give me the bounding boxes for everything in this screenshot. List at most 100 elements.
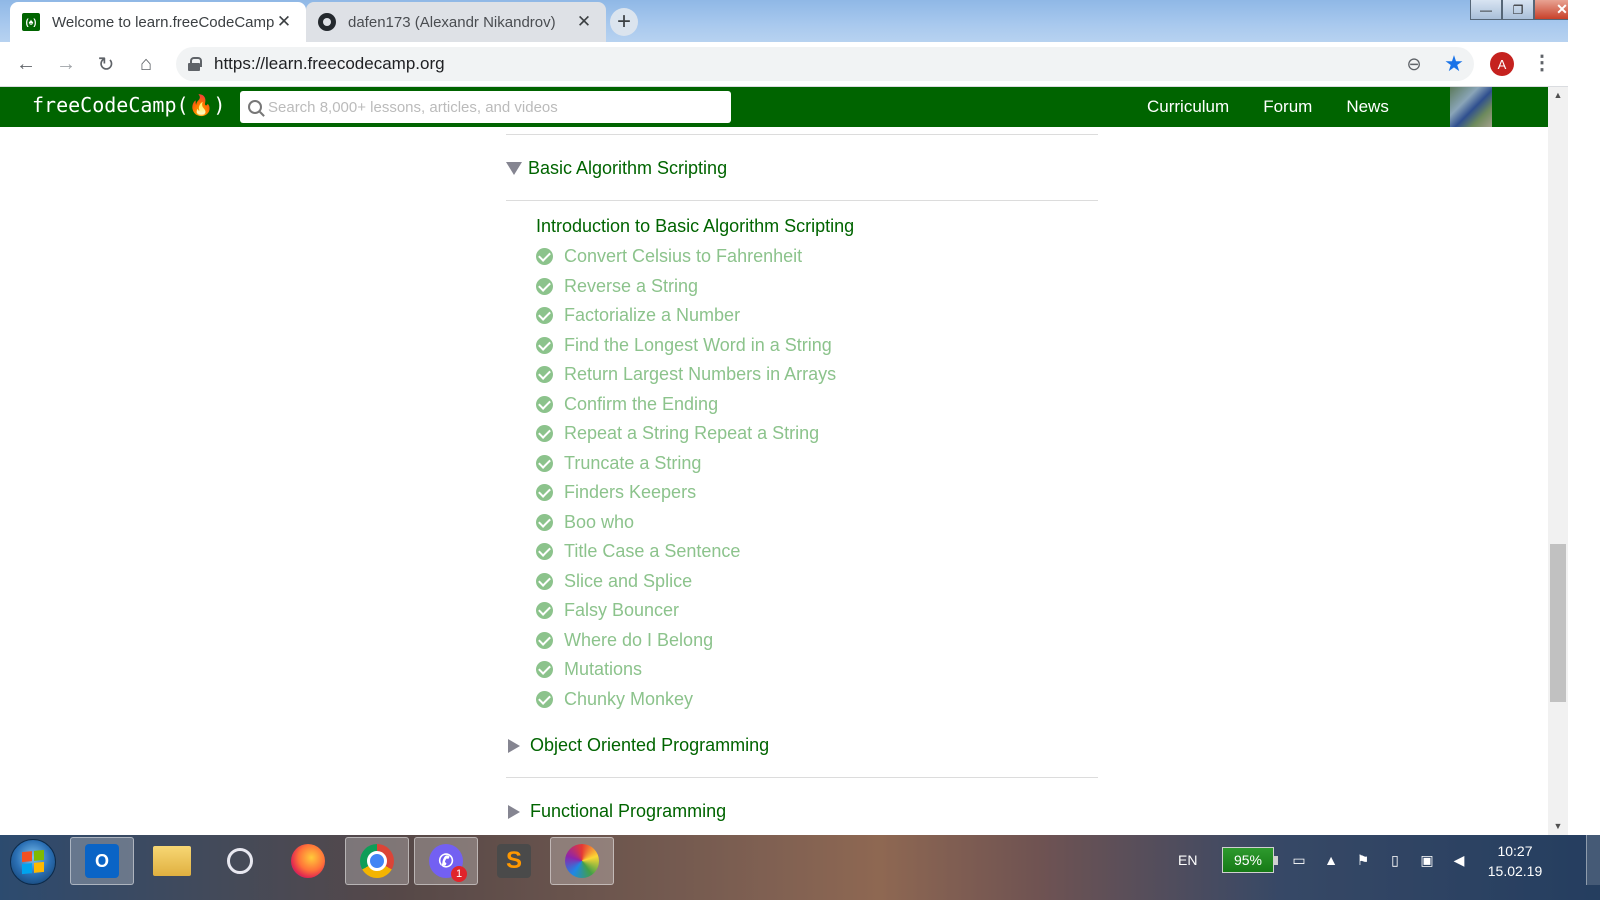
- challenge-title: Reverse a String: [564, 275, 699, 296]
- clock-time: 10:27: [1497, 843, 1533, 859]
- scroll-thumb[interactable]: [1550, 544, 1566, 702]
- nav-link-forum[interactable]: Forum: [1246, 97, 1329, 117]
- taskbar-chrome[interactable]: [345, 837, 409, 885]
- intro-link[interactable]: Introduction to Basic Algorithm Scriptin…: [536, 216, 854, 237]
- search-input[interactable]: [268, 98, 708, 116]
- challenge-title: Where do I Belong: [564, 629, 714, 650]
- viber-icon: ✆ 1: [429, 844, 467, 882]
- challenge-item[interactable]: Title Case a Sentence: [536, 537, 836, 567]
- taskbar-search-app[interactable]: [208, 837, 272, 885]
- check-circle-icon: [536, 248, 553, 266]
- challenge-title: Return Largest Numbers in Arrays: [564, 364, 837, 385]
- device-icon[interactable]: ▯: [1386, 852, 1404, 868]
- challenge-item[interactable]: Find the Longest Word in a String: [536, 331, 836, 361]
- firefox-icon: [291, 844, 325, 878]
- caret-down-icon: [506, 162, 522, 175]
- fcc-nav-links: Curriculum Forum News: [1130, 87, 1406, 127]
- fcc-navbar: freeCodeCamp(🔥) Curriculum Forum News: [0, 87, 1548, 127]
- check-circle-icon: [536, 631, 553, 649]
- reload-icon[interactable]: ↻: [86, 44, 126, 84]
- challenge-item[interactable]: Convert Celsius to Fahrenheit: [536, 242, 836, 272]
- bookmark-star-icon[interactable]: ★: [1434, 51, 1474, 77]
- challenge-item[interactable]: Chunky Monkey: [536, 685, 836, 715]
- challenge-item[interactable]: Factorialize a Number: [536, 301, 836, 331]
- challenge-item[interactable]: Slice and Splice: [536, 567, 836, 597]
- taskbar-outlook[interactable]: O: [70, 837, 134, 885]
- start-button[interactable]: [10, 839, 56, 885]
- close-tab-icon[interactable]: ✕: [274, 12, 294, 32]
- github-icon: [318, 13, 336, 31]
- nav-link-news[interactable]: News: [1329, 97, 1406, 117]
- challenge-title: Title Case a Sentence: [564, 541, 741, 562]
- challenge-item[interactable]: Truncate a String: [536, 449, 836, 479]
- check-circle-icon: [536, 336, 553, 354]
- forward-arrow-icon[interactable]: →: [46, 44, 86, 84]
- new-tab-button[interactable]: +: [610, 8, 638, 36]
- challenge-title: Falsy Bouncer: [564, 600, 680, 621]
- tab-github[interactable]: dafen173 (Alexandr Nikandrov) ✕: [306, 2, 606, 42]
- challenge-item[interactable]: Mutations: [536, 655, 836, 685]
- volume-icon[interactable]: ◀: [1450, 852, 1468, 868]
- browser-tab-strip: (♠) Welcome to learn.freeCodeCamp ✕ dafe…: [0, 0, 1600, 42]
- windows-logo-icon: [22, 849, 44, 875]
- close-tab-icon[interactable]: ✕: [574, 12, 594, 32]
- taskbar-firefox[interactable]: [276, 837, 340, 885]
- taskbar-paint[interactable]: [550, 837, 614, 885]
- home-icon[interactable]: ⌂: [126, 44, 166, 84]
- power-plug-icon[interactable]: ▭: [1290, 852, 1308, 868]
- address-bar[interactable]: https://learn.freecodecamp.org ⊖ ★: [176, 47, 1474, 81]
- windows-taskbar: O ✆ 1 S EN 95% ▭ ▲ ⚑ ▯ ▣ ◀ 10:27 15.02.19: [0, 835, 1600, 900]
- maximize-button[interactable]: ❐: [1502, 0, 1534, 20]
- tab-freecodecamp[interactable]: (♠) Welcome to learn.freeCodeCamp ✕: [10, 2, 306, 42]
- language-indicator[interactable]: EN: [1178, 835, 1197, 885]
- url-text: https://learn.freecodecamp.org: [214, 54, 445, 73]
- caret-right-icon: [508, 738, 520, 753]
- challenge-item[interactable]: Return Largest Numbers in Arrays: [536, 360, 836, 390]
- folder-icon: [153, 846, 191, 876]
- taskbar-sublime[interactable]: S: [482, 837, 546, 885]
- system-tray: ▭ ▲ ⚑ ▯ ▣ ◀: [1290, 835, 1468, 885]
- block-title: Functional Programming: [530, 801, 727, 821]
- show-hidden-icons-icon[interactable]: ▲: [1322, 852, 1340, 868]
- network-icon[interactable]: ▣: [1418, 852, 1436, 868]
- challenge-item[interactable]: Finders Keepers: [536, 478, 836, 508]
- scroll-up-arrow-icon[interactable]: ▲: [1548, 87, 1568, 104]
- page-scrollbar[interactable]: ▲ ▼: [1548, 87, 1568, 835]
- menu-dots-icon[interactable]: ⋮: [1530, 50, 1554, 78]
- battery-indicator[interactable]: 95%: [1222, 835, 1278, 885]
- challenge-item[interactable]: Confirm the Ending: [536, 390, 836, 420]
- taskbar-explorer[interactable]: [140, 837, 204, 885]
- show-desktop-button[interactable]: [1586, 835, 1600, 885]
- chrome-icon: [360, 844, 394, 878]
- tab-title: dafen173 (Alexandr Nikandrov): [348, 13, 556, 31]
- search-icon: [248, 100, 262, 114]
- fcc-logo[interactable]: freeCodeCamp(🔥): [32, 93, 225, 117]
- challenge-item[interactable]: Reverse a String: [536, 272, 836, 302]
- challenge-title: Mutations: [564, 659, 643, 680]
- action-center-flag-icon[interactable]: ⚑: [1354, 852, 1372, 868]
- taskbar-viber[interactable]: ✆ 1: [414, 837, 478, 885]
- nav-link-curriculum[interactable]: Curriculum: [1130, 97, 1246, 117]
- check-circle-icon: [536, 661, 553, 679]
- challenge-title: Confirm the Ending: [564, 393, 719, 414]
- block-header-basic-algorithm-scripting[interactable]: Basic Algorithm Scripting: [506, 158, 727, 179]
- challenge-item[interactable]: Falsy Bouncer: [536, 596, 836, 626]
- profile-avatar[interactable]: A: [1490, 52, 1514, 76]
- check-circle-icon: [536, 307, 553, 325]
- block-header-functional-programming[interactable]: Functional Programming: [506, 801, 726, 822]
- clock[interactable]: 10:27 15.02.19: [1480, 839, 1550, 883]
- zoom-icon[interactable]: ⊖: [1394, 54, 1434, 75]
- minimize-button[interactable]: —: [1470, 0, 1502, 20]
- challenge-title: Boo who: [564, 511, 635, 532]
- challenge-item[interactable]: Repeat a String Repeat a String: [536, 419, 836, 449]
- check-circle-icon: [536, 484, 553, 502]
- fcc-search-box[interactable]: [240, 91, 731, 123]
- scroll-down-arrow-icon[interactable]: ▼: [1548, 818, 1568, 835]
- user-avatar[interactable]: [1450, 87, 1492, 127]
- challenge-item[interactable]: Where do I Belong: [536, 626, 836, 656]
- block-header-object-oriented-programming[interactable]: Object Oriented Programming: [506, 735, 769, 756]
- lock-icon: [188, 57, 202, 71]
- magnifier-app-icon: [227, 848, 253, 874]
- challenge-item[interactable]: Boo who: [536, 508, 836, 538]
- back-arrow-icon[interactable]: ←: [6, 44, 46, 84]
